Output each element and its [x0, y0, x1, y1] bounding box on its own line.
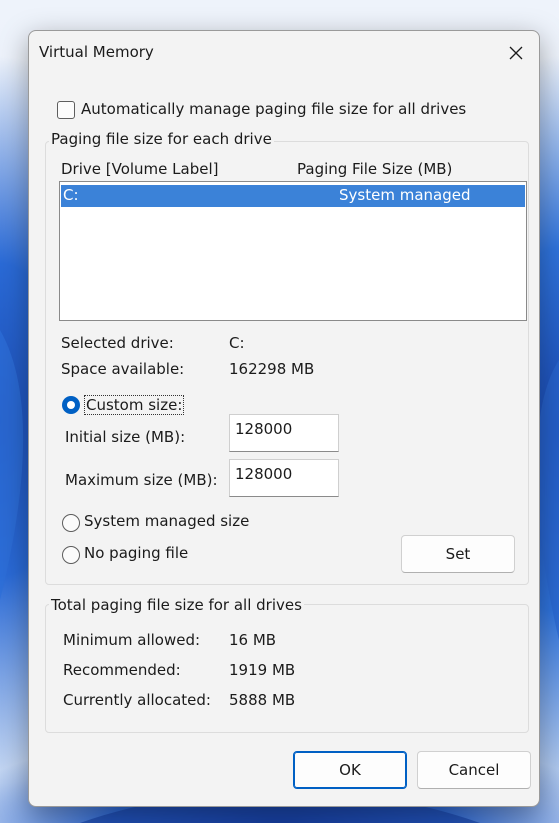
drive-list[interactable]: C: System managed: [59, 181, 527, 321]
dialog-title: Virtual Memory: [39, 43, 154, 61]
selected-drive-value: C:: [229, 334, 245, 352]
column-header-drive[interactable]: Drive [Volume Label]: [61, 160, 219, 178]
auto-manage-label: Automatically manage paging file size fo…: [81, 100, 467, 118]
minimum-allowed-label: Minimum allowed:: [63, 631, 201, 649]
total-group-legend: Total paging file size for all drives: [49, 596, 304, 614]
minimum-allowed-value: 16 MB: [229, 631, 277, 649]
system-managed-radio[interactable]: [62, 514, 80, 532]
custom-size-label[interactable]: Custom size:: [84, 395, 185, 415]
cancel-button[interactable]: Cancel: [417, 751, 531, 789]
paging-group-legend: Paging file size for each drive: [49, 130, 274, 148]
initial-size-label: Initial size (MB):: [65, 428, 186, 446]
virtual-memory-dialog: Virtual Memory Automatically manage pagi…: [28, 30, 540, 807]
drive-letter: C:: [63, 186, 79, 204]
selected-drive-label: Selected drive:: [61, 334, 174, 352]
no-paging-label[interactable]: No paging file: [84, 544, 188, 562]
set-button[interactable]: Set: [401, 535, 515, 573]
column-header-size[interactable]: Paging File Size (MB): [297, 160, 452, 178]
ok-button[interactable]: OK: [293, 751, 407, 789]
maximum-size-input[interactable]: 128000: [229, 459, 339, 497]
system-managed-label[interactable]: System managed size: [84, 512, 249, 530]
maximum-size-label: Maximum size (MB):: [65, 471, 218, 489]
close-button[interactable]: [493, 31, 539, 75]
close-icon: [509, 46, 523, 60]
auto-manage-checkbox[interactable]: [57, 101, 75, 119]
drive-list-item[interactable]: C: System managed: [61, 185, 525, 207]
drive-paging-size: System managed: [339, 186, 471, 204]
custom-size-radio[interactable]: [62, 396, 80, 414]
currently-allocated-value: 5888 MB: [229, 691, 296, 709]
initial-size-input[interactable]: 128000: [229, 414, 339, 452]
space-available-value: 162298 MB: [229, 360, 315, 378]
title-bar: Virtual Memory: [29, 31, 539, 75]
recommended-label: Recommended:: [63, 661, 181, 679]
no-paging-radio[interactable]: [62, 546, 80, 564]
currently-allocated-label: Currently allocated:: [63, 691, 211, 709]
recommended-value: 1919 MB: [229, 661, 296, 679]
space-available-label: Space available:: [61, 360, 185, 378]
